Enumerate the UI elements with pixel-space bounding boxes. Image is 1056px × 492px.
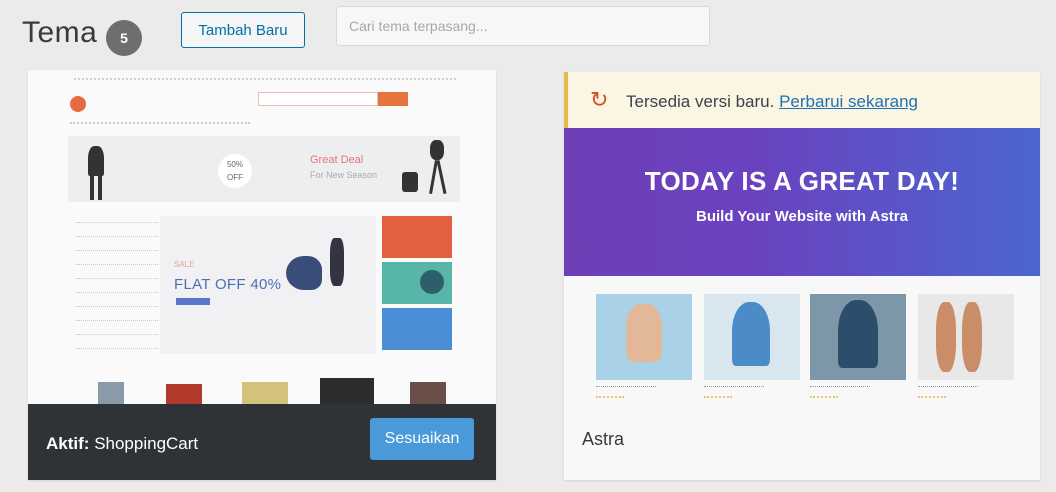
preview-tile-red: [382, 216, 452, 258]
preview-nav: [70, 122, 250, 127]
preview-hero-title: Great Deal: [310, 154, 364, 166]
customize-button[interactable]: Sesuaikan: [370, 418, 474, 460]
model-figure-icon: [430, 140, 444, 160]
theme-name: Astra: [582, 429, 625, 449]
model-leg-icon: [98, 176, 102, 200]
preview-hero: [68, 136, 460, 202]
update-now-link[interactable]: Perbarui sekarang: [779, 92, 918, 111]
update-notice-text: Tersedia versi baru. Perbarui sekarang: [626, 92, 918, 111]
star-rating: [704, 396, 732, 401]
product-thumb: [242, 382, 288, 406]
product-label: [596, 386, 656, 392]
chair-icon: [286, 256, 322, 290]
preview-search-button: [378, 92, 408, 106]
shoe-icon: [962, 302, 982, 372]
preview-promo-button: [176, 298, 210, 305]
handbag-icon: [402, 172, 418, 192]
preview-logo-icon: [70, 96, 86, 112]
model-figure-icon: [330, 238, 344, 286]
active-theme-name: Aktif: ShoppingCart: [46, 434, 199, 453]
gear-product-icon: [420, 270, 444, 294]
page-header: Tema 5 Tambah Baru: [0, 0, 1056, 70]
star-rating: [810, 396, 838, 401]
theme-card-astra[interactable]: ↻ Tersedia versi baru. Perbarui sekarang…: [564, 72, 1040, 480]
preview-hero-subtitle: For New Season: [310, 170, 378, 180]
shoe-icon: [936, 302, 956, 372]
preview-headline: TODAY IS A GREAT DAY!: [644, 166, 960, 196]
theme-screenshot[interactable]: TODAY IS A GREAT DAY! Build Your Website…: [564, 128, 1040, 276]
update-notice: ↻ Tersedia versi baru. Perbarui sekarang: [564, 72, 1040, 128]
page-title: Tema: [22, 16, 98, 49]
product-label: [918, 386, 978, 392]
preview-sidebar: [76, 222, 158, 362]
model-leg-icon: [90, 176, 94, 200]
star-rating: [596, 396, 624, 401]
preview-searchbar: [258, 92, 378, 106]
product-thumb: [410, 382, 446, 406]
search-themes-input[interactable]: [336, 6, 710, 46]
star-rating: [918, 396, 946, 401]
product-label: [704, 386, 764, 392]
active-theme-bar: Aktif: ShoppingCart Sesuaikan: [28, 404, 496, 480]
theme-count-badge: 5: [106, 20, 142, 56]
preview-tile-blue: [382, 308, 452, 350]
add-new-theme-button[interactable]: Tambah Baru: [181, 12, 305, 48]
theme-card-shoppingcart[interactable]: 50% OFF Great Deal For New Season SALE F…: [28, 70, 496, 480]
product-thumb: [166, 384, 202, 406]
preview-promo-small: SALE: [174, 260, 195, 269]
update-refresh-icon: ↻: [590, 87, 609, 112]
model-figure-icon: [838, 300, 878, 368]
preview-promo-text: FLAT OFF 40%: [174, 276, 282, 293]
model-figure-icon: [626, 304, 662, 362]
product-thumb: [320, 378, 374, 406]
preview-topbar: [74, 78, 456, 84]
model-figure-icon: [732, 302, 770, 366]
preview-sale-badge: 50% OFF: [218, 154, 252, 188]
model-figure-icon: [88, 146, 104, 176]
preview-subheadline: Build Your Website with Astra: [696, 208, 908, 225]
product-thumb: [98, 382, 124, 404]
product-label: [810, 386, 870, 392]
